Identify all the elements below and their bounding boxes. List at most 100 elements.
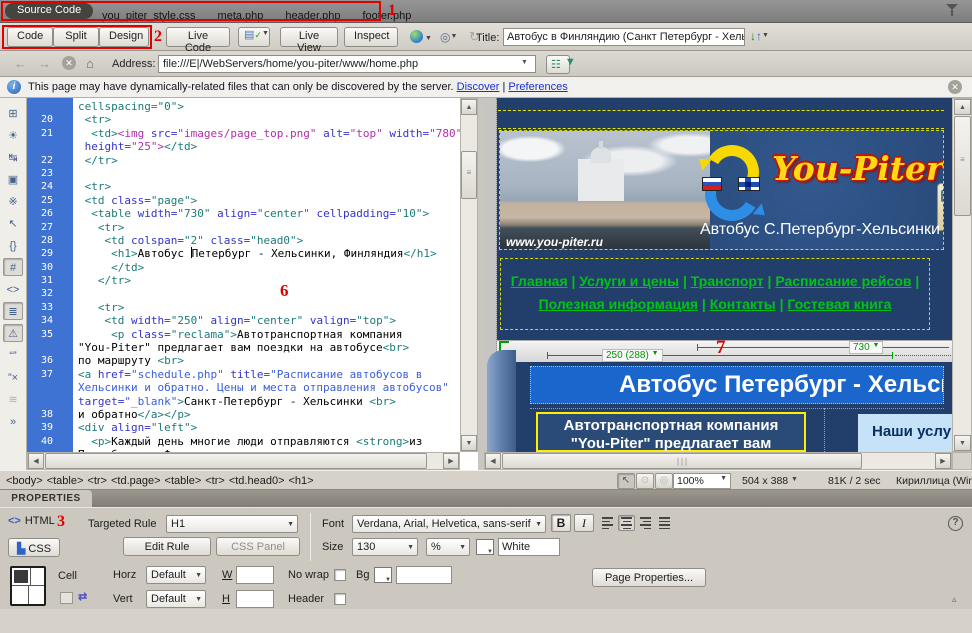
address-input[interactable]: file:///E|/WebServers/home/you-piter/www… <box>158 55 536 73</box>
tag-selector-entry[interactable]: <h1> <box>289 475 314 487</box>
check-browser-compatibility-button[interactable]: ▤✓▼ <box>238 27 270 47</box>
code-line[interactable]: 40 <p>Каждый день многие люди отправляют… <box>27 435 460 448</box>
code-view-pane[interactable]: cellspacing="0">20 <tr>21 <td><img src="… <box>27 98 460 452</box>
tag-selector-entry[interactable]: <body> <box>6 475 43 487</box>
home-icon[interactable]: ⌂ <box>86 56 94 71</box>
code-line[interactable]: target="_blank">Санкт-Петербург - Хельси… <box>27 395 460 408</box>
code-line[interactable]: height="25"></td> <box>27 140 460 153</box>
scroll-down-icon[interactable]: ▼ <box>954 435 971 451</box>
code-line[interactable]: 31 </tr> <box>27 274 460 287</box>
design-view-pane[interactable]: You-Piter Автобус С.Петербург-Хельсинки … <box>484 98 952 452</box>
forward-icon[interactable]: → <box>38 56 51 71</box>
tag-selector[interactable]: <body><table><tr><td.page><table><tr><td… <box>6 475 318 487</box>
stop-icon[interactable]: ✕ <box>62 56 76 70</box>
code-line[interactable]: 32 <box>27 287 460 300</box>
visual-aids-button[interactable]: ◎▼ <box>436 27 464 47</box>
tag-selector-entry[interactable]: <tr> <box>87 475 107 487</box>
code-line[interactable]: 30 </td> <box>27 261 460 274</box>
scroll-up-icon[interactable]: ▲ <box>954 99 971 115</box>
collapse-panel-icon[interactable]: ▵ <box>952 594 957 605</box>
text-color-swatch[interactable]: ▼ <box>476 539 494 555</box>
code-line[interactable]: cellspacing="0"> <box>27 100 460 113</box>
code-line[interactable]: 24 <tr> <box>27 180 460 193</box>
services-box[interactable]: Наши услуги <box>858 414 952 452</box>
tag-selector-entry[interactable]: <tr> <box>205 475 225 487</box>
code-line[interactable]: 29 <h1>Автобус Петербург - Хельсинки, Фи… <box>27 247 460 260</box>
page-h1-heading[interactable]: Автобус Петербург - Хельсин <box>530 366 944 404</box>
syntax-error-alerts-icon[interactable]: ⚠ <box>3 324 23 342</box>
merge-cells-icon[interactable] <box>60 592 73 604</box>
site-nav-link[interactable]: Контакты <box>710 296 776 312</box>
code-line[interactable]: 23 <box>27 167 460 180</box>
site-nav-link[interactable]: Транспорт <box>691 273 764 289</box>
title-input[interactable]: Автобус в Финляндию (Санкт Петербург - Х… <box>503 28 745 46</box>
code-line[interactable]: 20 <tr> <box>27 113 460 126</box>
design-horizontal-scrollbar[interactable]: ◀ ∣∣∣ ▶ <box>484 452 952 470</box>
column-width-menu[interactable]: 250 (288) ▼ <box>602 349 663 362</box>
text-color-input[interactable]: White <box>498 538 560 556</box>
highlight-invalid-code-icon[interactable]: <> <box>3 280 23 298</box>
targeted-rule-select[interactable]: H1▼ <box>166 515 298 533</box>
size-select[interactable]: 130▼ <box>352 538 418 556</box>
preview-in-browser-button[interactable]: ▼ <box>406 27 434 47</box>
select-parent-tag-icon[interactable]: ↖ <box>3 214 23 232</box>
design-hscroll-thumb[interactable]: ∣∣∣ <box>502 453 862 469</box>
get-put-files-button[interactable]: ↓↑▼ <box>750 29 769 43</box>
tag-selector-entry[interactable]: <td.head0> <box>229 475 285 487</box>
code-line[interactable]: 27 <tr> <box>27 221 460 234</box>
bold-button[interactable]: B <box>551 514 571 532</box>
code-line[interactable]: 38и обратно</a></p> <box>27 408 460 421</box>
tag-selector-entry[interactable]: <td.page> <box>111 475 161 487</box>
bg-color-swatch[interactable]: ▼ <box>374 567 392 583</box>
code-line[interactable]: "You-Piter" предлагает вам поездки на ав… <box>27 341 460 354</box>
code-horizontal-scrollbar[interactable]: ◀ ▶ <box>27 452 460 470</box>
table-width-menu[interactable]: 730 ▼ <box>849 341 883 354</box>
remove-comment-icon[interactable]: ”× <box>3 368 23 386</box>
align-left-button[interactable] <box>599 515 616 531</box>
code-line[interactable]: Хельсинки и обратно. Цены и места отправ… <box>27 381 460 394</box>
html-mode-button[interactable]: <>HTML <box>8 515 55 527</box>
back-icon[interactable]: ← <box>14 56 27 71</box>
scroll-left-icon[interactable]: ◀ <box>28 453 44 469</box>
site-nav-link[interactable]: Расписание рейсов <box>775 273 911 289</box>
file-view-options-button[interactable]: ☷▼ <box>546 55 570 74</box>
open-documents-icon[interactable]: ⊞ <box>3 104 23 122</box>
reclama-text-box[interactable]: Автотранспортная компания "You-Piter" пр… <box>536 412 806 452</box>
horz-select[interactable]: Default▼ <box>146 566 206 584</box>
tag-selector-entry[interactable]: <table> <box>47 475 84 487</box>
nowrap-checkbox[interactable] <box>334 569 346 581</box>
window-size-select[interactable]: 504 x 388 ▼ <box>742 475 798 487</box>
css-mode-button[interactable]: ▙CSS <box>8 538 60 557</box>
scroll-left-icon[interactable]: ◀ <box>485 453 501 469</box>
filter-icon[interactable] <box>946 4 960 18</box>
site-nav-link[interactable]: Главная <box>511 273 568 289</box>
collapse-full-tag-icon[interactable]: ↹ <box>3 148 23 166</box>
code-line[interactable]: 22 </tr> <box>27 154 460 167</box>
css-panel-button[interactable]: CSS Panel <box>216 537 300 556</box>
hand-tool-icon[interactable]: ⊙ <box>636 473 654 489</box>
code-line[interactable]: 34 <td width="250" align="center" valign… <box>27 314 460 327</box>
site-nav-link[interactable]: Полезная информация <box>539 296 698 312</box>
select-tool-icon[interactable]: ↖ <box>617 473 635 489</box>
tag-selector-entry[interactable]: <table> <box>165 475 202 487</box>
cell-width-input[interactable] <box>236 566 274 584</box>
size-unit-select[interactable]: %▼ <box>426 538 470 556</box>
preferences-link[interactable]: Preferences <box>508 81 567 93</box>
font-select[interactable]: Verdana, Arial, Helvetica, sans-serif▼ <box>352 515 546 533</box>
scroll-right-icon[interactable]: ▶ <box>443 453 459 469</box>
code-navigator-icon[interactable]: ☀ <box>3 126 23 144</box>
split-cell-icon[interactable]: ⇄ <box>78 590 87 603</box>
collapse-selection-icon[interactable]: ▣ <box>3 170 23 188</box>
code-line[interactable]: 37<a href="schedule.php" title="Расписан… <box>27 368 460 381</box>
code-line[interactable]: 35 <p class="reclama">Автотранспортная к… <box>27 328 460 341</box>
code-line[interactable]: 21 <td><img src="images/page_top.png" al… <box>27 127 460 140</box>
italic-button[interactable]: I <box>574 514 594 532</box>
balance-braces-icon[interactable]: {} <box>3 236 23 254</box>
help-icon[interactable]: ? <box>948 516 963 531</box>
cell-height-input[interactable] <box>236 590 274 608</box>
word-wrap-icon[interactable]: ≣ <box>3 302 23 320</box>
code-line[interactable]: 28 <td colspan="2" class="head0"> <box>27 234 460 247</box>
design-vertical-scrollbar[interactable]: ▲ ≡ ▼ <box>952 98 972 452</box>
zoom-tool-icon[interactable]: ◎ <box>655 473 673 489</box>
site-nav-link[interactable]: Услуги и цены <box>579 273 679 289</box>
